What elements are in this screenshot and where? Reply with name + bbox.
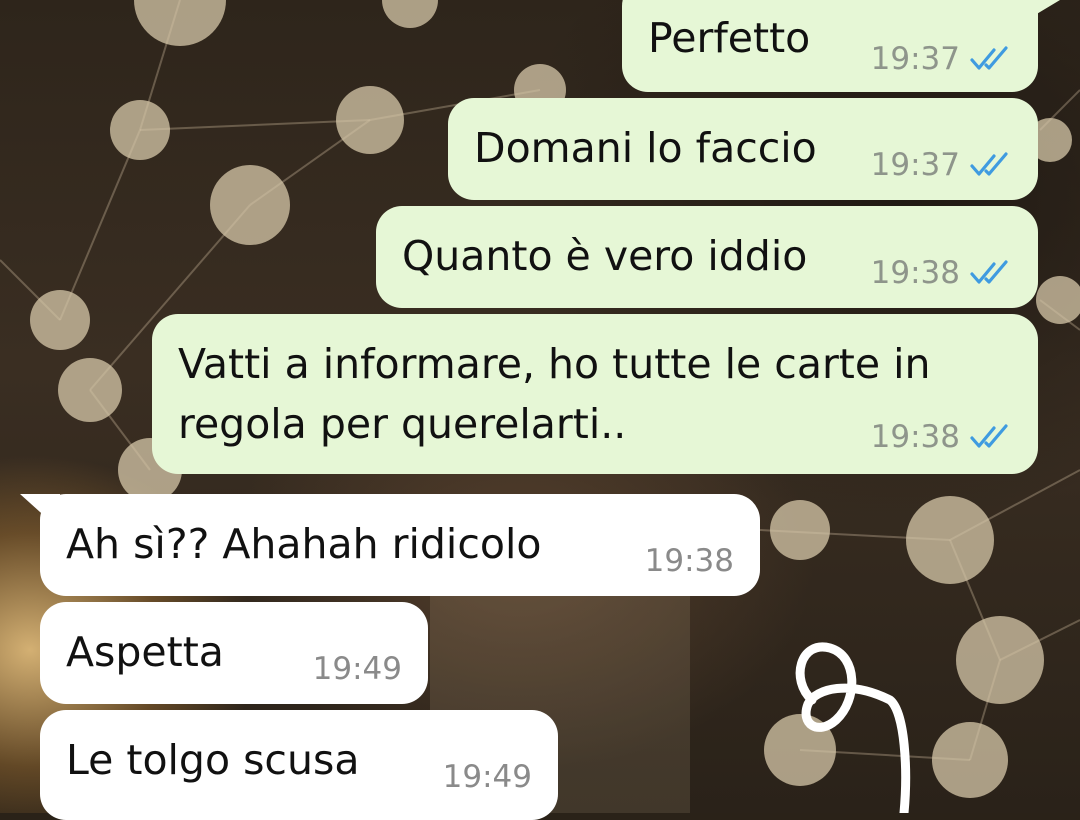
message-text: Ah sì?? Ahahah ridicolo xyxy=(66,520,542,568)
message-timestamp: 19:38 xyxy=(870,419,960,455)
message-text: Le tolgo scusa xyxy=(66,736,360,784)
message-timestamp: 19:49 xyxy=(442,759,532,795)
message-timestamp: 19:37 xyxy=(870,147,960,183)
double-check-icon xyxy=(970,424,1008,448)
double-check-icon xyxy=(970,46,1008,70)
message-meta: 19:38 xyxy=(645,544,734,578)
message-bubble-incoming[interactable]: Aspetta 19:49 xyxy=(40,602,428,704)
message-text-line-2: regola per querelarti.. xyxy=(178,400,627,448)
message-timestamp: 19:38 xyxy=(644,543,734,579)
message-meta: 19:38 xyxy=(871,256,1016,290)
message-bubble-incoming[interactable]: Ah sì?? Ahahah ridicolo 19:38 xyxy=(40,494,760,596)
message-meta: 19:37 xyxy=(871,42,1016,76)
message-meta: 19:38 xyxy=(871,420,1016,454)
message-text: Domani lo faccio xyxy=(474,124,817,172)
message-bubble-outgoing[interactable]: Perfetto 19:37 xyxy=(622,0,1038,92)
message-text: Aspetta xyxy=(66,628,224,676)
message-meta: 19:49 xyxy=(313,652,402,686)
message-bubble-outgoing[interactable]: Domani lo faccio 19:37 xyxy=(448,98,1038,200)
message-bubble-incoming[interactable]: Le tolgo scusa 19:49 xyxy=(40,710,558,820)
handwritten-q-scribble xyxy=(795,642,911,813)
message-meta: 19:49 xyxy=(443,760,532,794)
message-timestamp: 19:49 xyxy=(312,651,402,687)
message-text: Quanto è vero iddio xyxy=(402,232,808,280)
double-check-icon xyxy=(970,152,1008,176)
message-timestamp: 19:37 xyxy=(870,41,960,77)
message-timestamp: 19:38 xyxy=(870,255,960,291)
message-meta: 19:37 xyxy=(871,148,1016,182)
message-text: Perfetto xyxy=(648,14,811,62)
message-bubble-outgoing[interactable]: Quanto è vero iddio 19:38 xyxy=(376,206,1038,308)
message-bubble-outgoing[interactable]: Vatti a informare, ho tutte le carte in … xyxy=(152,314,1038,474)
double-check-icon xyxy=(970,260,1008,284)
bubble-tail-outgoing xyxy=(1030,0,1060,18)
message-text-line-1: Vatti a informare, ho tutte le carte in xyxy=(178,340,931,388)
